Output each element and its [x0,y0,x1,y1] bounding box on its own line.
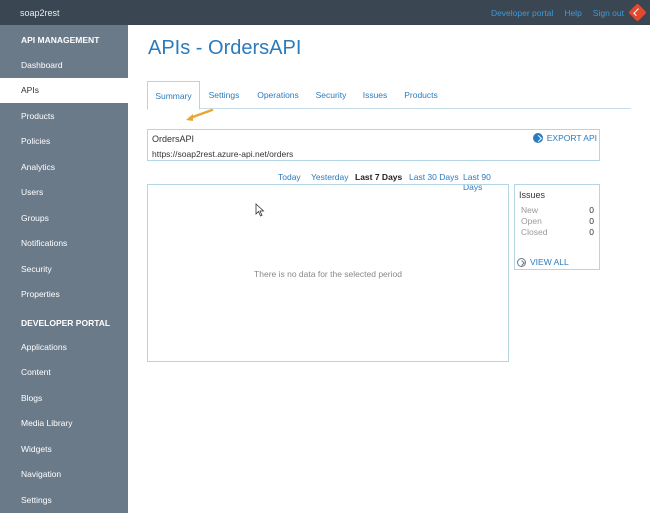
sidebar-item-widgets[interactable]: Widgets [0,437,128,462]
tab-products[interactable]: Products [401,81,441,109]
view-all-label: VIEW ALL [530,257,569,267]
api-url: https://soap2rest.azure-api.net/orders [152,149,294,159]
issue-count: 0 [589,205,594,215]
sidebar-item-analytics[interactable]: Analytics [0,155,128,180]
tab-settings[interactable]: Settings [205,81,243,109]
sidebar-item-content[interactable]: Content [0,360,128,385]
issues-title: Issues [519,190,546,200]
sidebar-item-settings[interactable]: Settings [0,488,128,513]
period-yesterday[interactable]: Yesterday [311,172,349,182]
export-api-button[interactable]: EXPORT API [532,133,597,143]
main-content: APIs - OrdersAPI Summary Settings Operat… [128,25,650,513]
period-today[interactable]: Today [278,172,301,182]
sidebar-item-media-library[interactable]: Media Library [0,411,128,436]
tab-summary[interactable]: Summary [147,81,200,110]
sidebar-item-apis[interactable]: APIs [0,78,128,103]
sidebar-item-applications[interactable]: Applications [0,335,128,360]
page-title: APIs - OrdersAPI [148,37,302,59]
issues-panel: Issues New 0 Open 0 Closed 0 VIEW ALL [514,184,600,270]
tab-security[interactable]: Security [313,81,349,109]
analytics-chart-panel: There is no data for the selected period [147,184,509,362]
tab-issues[interactable]: Issues [360,81,390,109]
export-icon [532,133,543,143]
no-data-message: There is no data for the selected period [254,269,402,279]
top-links: Developer portal Help Sign out [491,8,624,18]
issue-count: 0 [589,227,594,237]
issue-label: Closed [521,227,548,237]
issue-label: Open [521,216,542,226]
mouse-cursor-icon [255,203,265,217]
brand-name[interactable]: soap2rest [20,8,60,18]
tab-bar: Summary Settings Operations Security Iss… [147,81,631,110]
sidebar-section-api-management: API MANAGEMENT [21,35,100,45]
sidebar-item-security[interactable]: Security [0,257,128,282]
sidebar-item-notifications[interactable]: Notifications [0,231,128,256]
sidebar-item-products[interactable]: Products [0,104,128,129]
arrow-circle-icon [517,257,526,267]
sidebar-item-dashboard[interactable]: Dashboard [0,53,128,78]
sidebar-item-navigation[interactable]: Navigation [0,462,128,487]
period-last-30-days[interactable]: Last 30 Days [409,172,459,182]
api-info-panel: OrdersAPI https://soap2rest.azure-api.ne… [147,129,600,161]
developer-portal-link[interactable]: Developer portal [491,8,553,18]
sidebar-section-developer-portal: DEVELOPER PORTAL [21,318,111,328]
api-name: OrdersAPI [152,134,195,144]
sidebar-item-policies[interactable]: Policies [0,129,128,154]
period-selector: Today Yesterday Last 7 Days Last 30 Days… [128,172,508,192]
help-link[interactable]: Help [564,8,581,18]
sidebar-item-users[interactable]: Users [0,180,128,205]
issue-row-open: Open 0 [521,216,594,226]
sign-out-link[interactable]: Sign out [593,8,624,18]
tab-operations[interactable]: Operations [254,81,302,109]
sidebar-item-groups[interactable]: Groups [0,206,128,231]
period-last-7-days[interactable]: Last 7 Days [355,172,402,182]
issue-row-new: New 0 [521,205,594,215]
view-all-issues-link[interactable]: VIEW ALL [517,257,569,267]
sidebar: API MANAGEMENT Dashboard APIs Products P… [0,25,128,513]
issue-count: 0 [589,216,594,226]
issue-row-closed: Closed 0 [521,227,594,237]
top-bar: soap2rest Developer portal Help Sign out [0,0,650,25]
export-api-label: EXPORT API [546,133,597,143]
git-icon[interactable] [628,3,647,22]
sidebar-item-blogs[interactable]: Blogs [0,386,128,411]
issue-label: New [521,205,539,215]
arrow-annotation-icon [186,108,214,121]
sidebar-item-properties[interactable]: Properties [0,282,128,307]
